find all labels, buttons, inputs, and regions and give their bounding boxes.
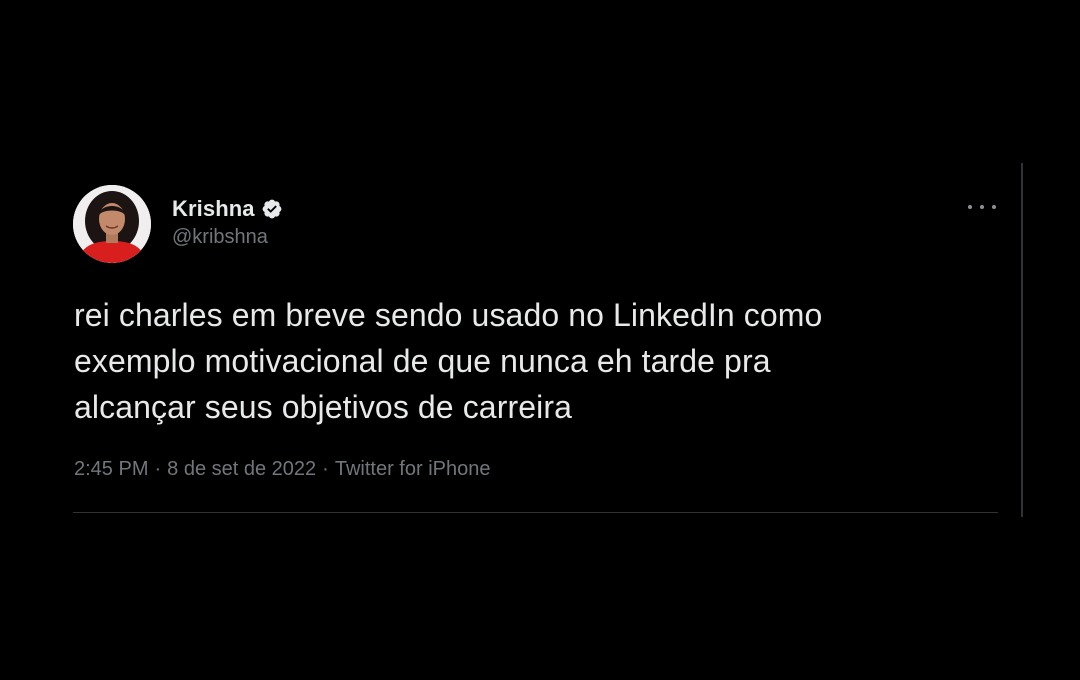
- tweet-source[interactable]: Twitter for iPhone: [335, 458, 491, 480]
- verified-badge-icon: [261, 198, 283, 220]
- tweet-card: Krishna @kribshna rei charles em breve s…: [73, 185, 998, 515]
- tweet-divider: [73, 512, 998, 513]
- author-display-name[interactable]: Krishna: [172, 196, 255, 222]
- author-name-row: Krishna: [172, 195, 283, 223]
- avatar-photo-icon: [73, 185, 151, 263]
- more-dot: [968, 205, 972, 209]
- more-dot: [980, 205, 984, 209]
- timeline-border: [1021, 163, 1023, 517]
- author-handle[interactable]: @kribshna: [172, 226, 283, 249]
- author-avatar[interactable]: [73, 185, 151, 263]
- more-options-icon[interactable]: [968, 201, 996, 213]
- tweet-text-line: exemplo motivacional de que nunca eh tar…: [74, 343, 771, 379]
- tweet-metadata: 2:45 PM · 8 de set de 2022 · Twitter for iPh…: [74, 458, 490, 481]
- meta-separator: ·: [154, 458, 162, 480]
- more-dot: [992, 205, 996, 209]
- tweet-text: rei charles em breve sendo usado no Link…: [74, 292, 974, 430]
- author-info: Krishna @kribshna: [172, 195, 283, 249]
- meta-separator: ·: [322, 458, 329, 480]
- tweet-text-line: alcançar seus objetivos de carreira: [74, 389, 572, 425]
- tweet-time[interactable]: 2:45 PM: [74, 458, 148, 480]
- tweet-date[interactable]: 8 de set de 2022: [167, 458, 316, 480]
- tweet-text-line: rei charles em breve sendo usado no Link…: [74, 297, 823, 333]
